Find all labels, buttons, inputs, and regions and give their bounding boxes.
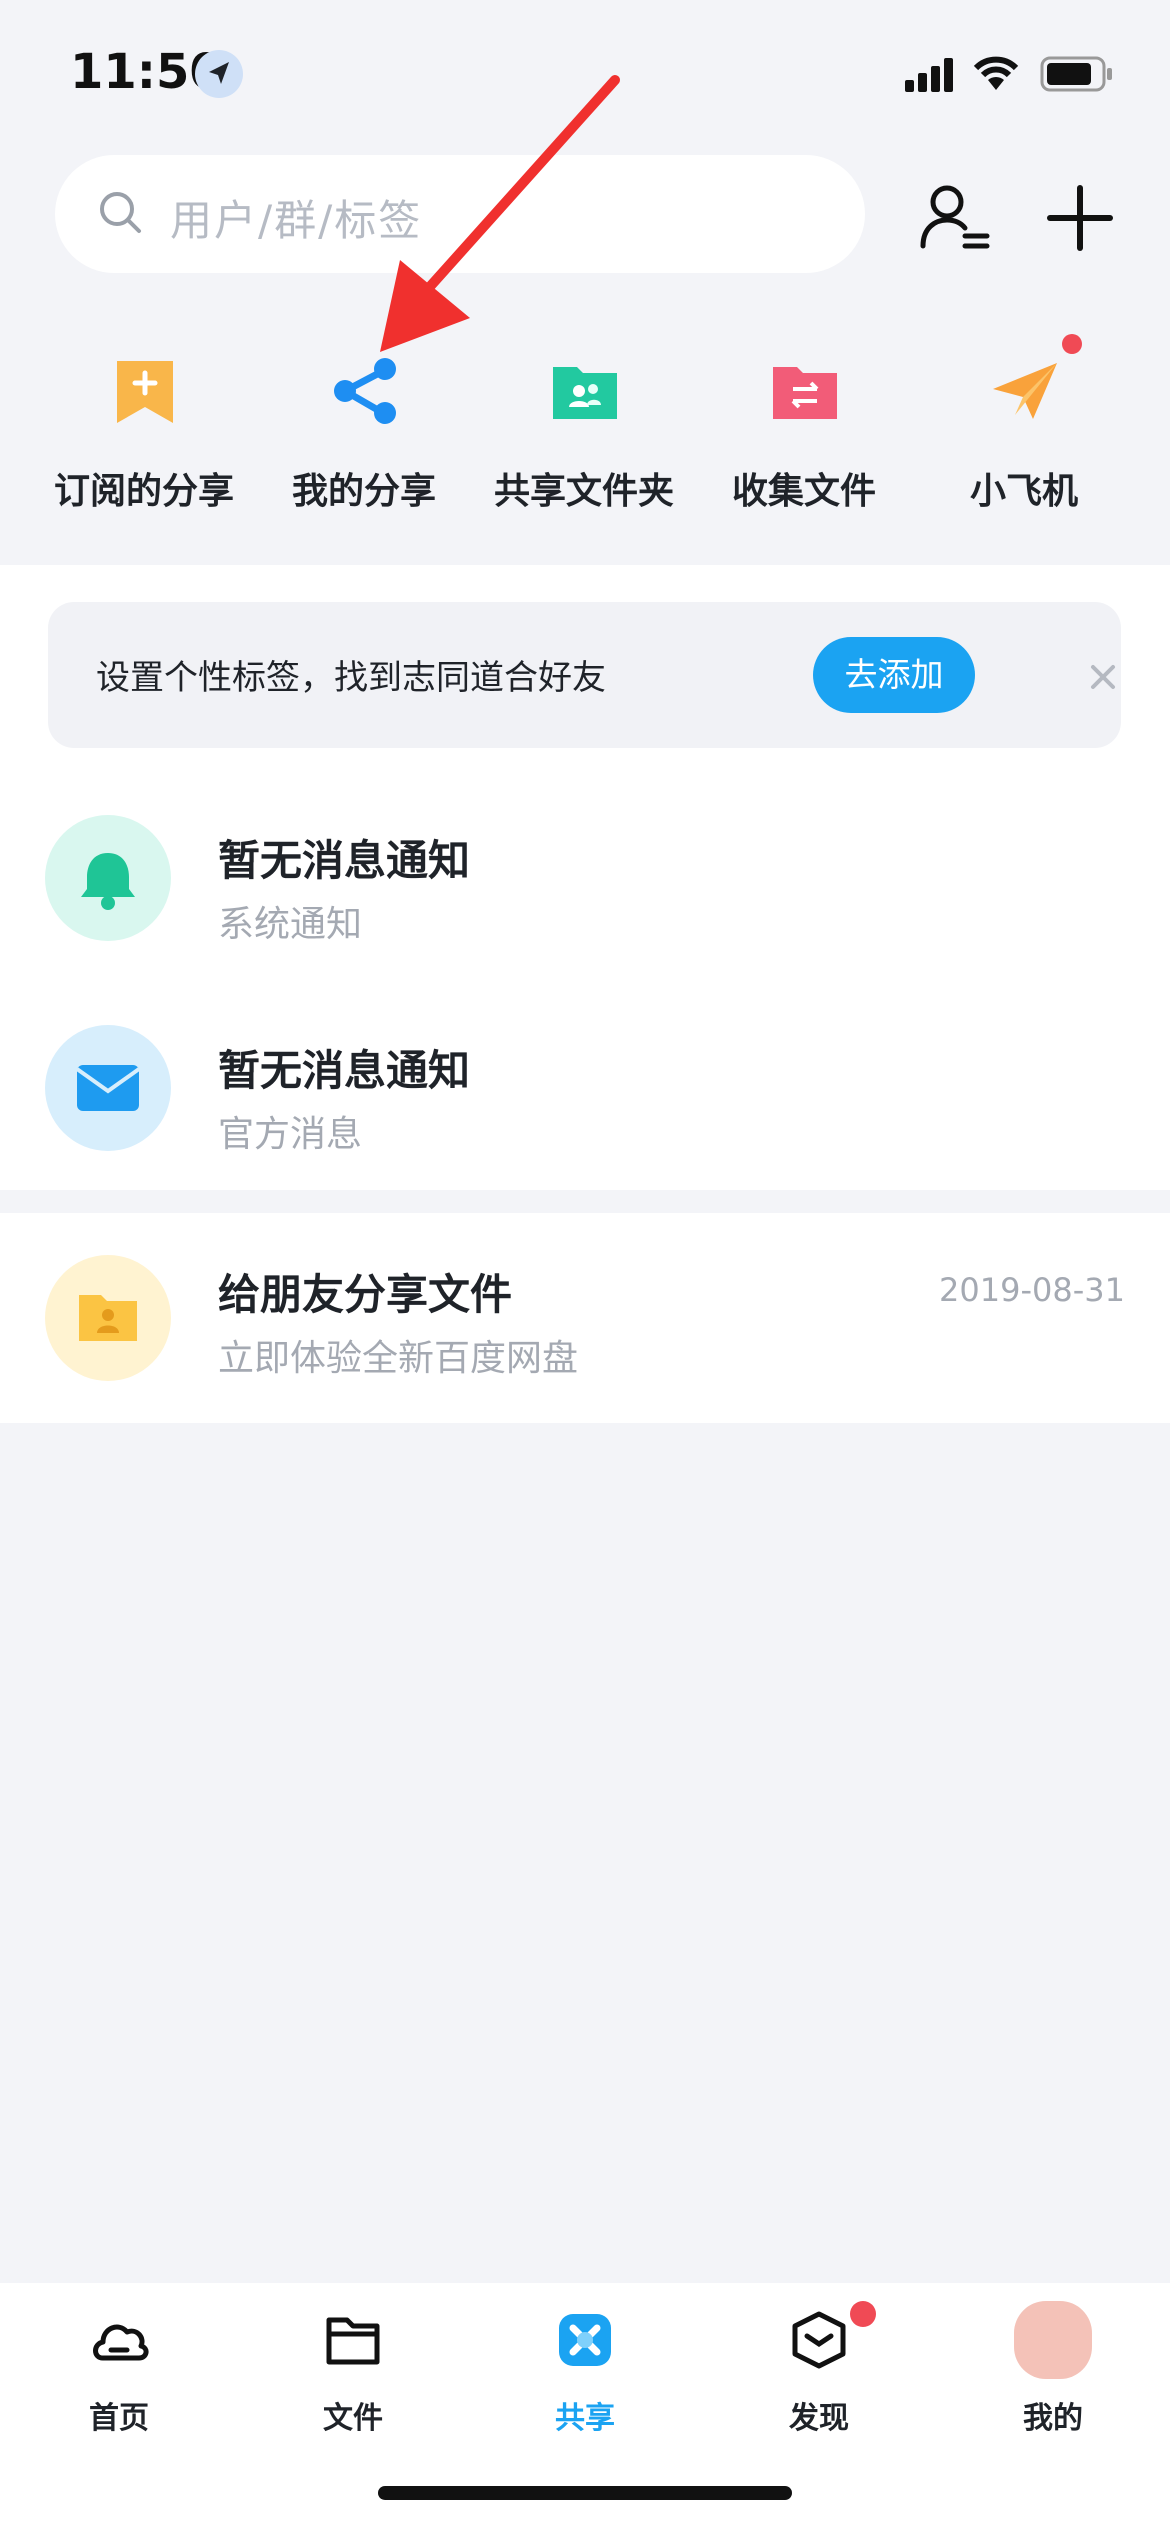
- quick-label: 收集文件: [731, 471, 876, 512]
- message-title: 暂无消息通知: [218, 836, 471, 885]
- message-date: 2019-08-31: [939, 1271, 1125, 1309]
- message-subtitle: 官方消息: [218, 1114, 363, 1155]
- contacts-icon[interactable]: [915, 178, 995, 258]
- folder-icon: [326, 2317, 380, 2365]
- paper-plane-icon: [993, 363, 1057, 419]
- tab-label: 我的: [1023, 2401, 1083, 2436]
- quick-label: 订阅的分享: [53, 471, 234, 512]
- badge-dot: [850, 2301, 876, 2327]
- collect-folder-icon: [773, 367, 837, 419]
- tag-banner-text: 设置个性标签，找到志同道合好友: [96, 658, 606, 698]
- message-title: 给朋友分享文件: [218, 1270, 513, 1319]
- tab-label: 发现: [789, 2401, 849, 2436]
- search-placeholder: 用户/群/标签: [170, 196, 423, 245]
- add-tag-button[interactable]: 去添加: [813, 637, 975, 713]
- quick-paper-plane[interactable]: 小飞机: [914, 334, 1134, 520]
- quick-label: 共享文件夹: [493, 471, 674, 512]
- tab-discover[interactable]: 发现: [702, 2283, 936, 2463]
- tab-label: 首页: [89, 2401, 149, 2436]
- shared-folder-icon: [553, 367, 617, 419]
- share-icon: [334, 358, 396, 424]
- message-subtitle: 系统通知: [218, 904, 363, 945]
- home-indicator: [378, 2486, 792, 2500]
- quick-my-shares[interactable]: 我的分享: [254, 340, 474, 520]
- avatar-icon: [1014, 2301, 1092, 2379]
- tab-share[interactable]: 共享: [468, 2283, 702, 2463]
- messages-panel: 设置个性标签，找到志同道合好友 去添加 暂无消息通知 系统通知 暂无消息通知 官…: [0, 565, 1170, 1190]
- tab-files[interactable]: 文件: [236, 2283, 470, 2463]
- cloud-icon: [93, 2324, 149, 2361]
- cellular-signal-icon: [905, 58, 953, 92]
- bell-icon: [45, 815, 171, 941]
- badge-dot: [1062, 334, 1082, 354]
- wifi-icon: [973, 56, 1019, 90]
- mail-icon: [45, 1025, 171, 1151]
- quick-shared-folder[interactable]: 共享文件夹: [474, 340, 694, 520]
- tab-label: 文件: [323, 2401, 383, 2436]
- tab-home[interactable]: 首页: [2, 2283, 236, 2463]
- status-bar: 11:50: [0, 0, 1170, 150]
- quick-collect-files[interactable]: 收集文件: [694, 340, 914, 520]
- close-icon[interactable]: [1083, 657, 1123, 697]
- battery-icon: [1040, 56, 1112, 92]
- tab-label: 共享: [555, 2401, 615, 2436]
- bookmark-plus-icon: [117, 361, 173, 423]
- quick-label: 我的分享: [291, 471, 436, 512]
- message-title: 暂无消息通知: [218, 1046, 471, 1095]
- list-item-official-message[interactable]: 暂无消息通知 官方消息: [0, 985, 1170, 1195]
- discover-box-icon: [792, 2311, 846, 2369]
- tag-banner: 设置个性标签，找到志同道合好友 去添加: [48, 602, 1121, 748]
- tab-mine[interactable]: 我的: [936, 2283, 1170, 2463]
- quick-label: 小飞机: [969, 471, 1078, 512]
- search-icon: [100, 192, 141, 233]
- search-input[interactable]: 用户/群/标签: [55, 155, 865, 273]
- message-subtitle: 立即体验全新百度网盘: [218, 1338, 579, 1379]
- share-tab-icon: [559, 2314, 611, 2366]
- user-folder-icon: [45, 1255, 171, 1381]
- list-item-system-notice[interactable]: 暂无消息通知 系统通知: [0, 775, 1170, 985]
- location-arrow-icon: [195, 50, 243, 98]
- quick-subscribed-shares[interactable]: 订阅的分享: [34, 340, 254, 520]
- add-icon[interactable]: [1040, 178, 1120, 258]
- quick-actions: 订阅的分享 我的分享 共享文件夹 收集文件 小飞机: [0, 334, 1170, 520]
- list-item-share-files[interactable]: 给朋友分享文件 立即体验全新百度网盘 2019-08-31: [0, 1213, 1170, 1423]
